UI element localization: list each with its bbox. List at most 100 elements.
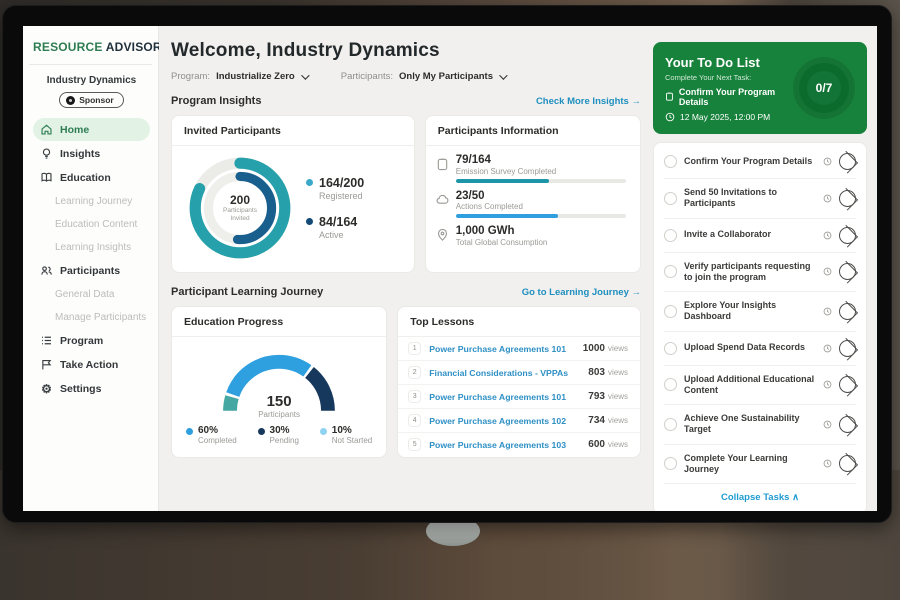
todo-task[interactable]: Upload Spend Data Records (664, 332, 856, 366)
todo-task[interactable]: Explore Your Insights Dashboard (664, 292, 856, 332)
sponsor-badge-label: Sponsor (79, 95, 113, 105)
sidebar-item-insights[interactable]: Insights (33, 142, 150, 165)
todo-task[interactable]: Achieve One Sustainability Target (664, 405, 856, 445)
todo-progress-ring-outer: 0/7 (793, 57, 855, 119)
lesson-link[interactable]: Power Purchase Agreements 101 (429, 392, 588, 402)
task-checkbox[interactable] (664, 192, 677, 205)
todo-task[interactable]: Complete Your Learning Journey (664, 445, 856, 485)
task-label: Verify participants requesting to join t… (684, 261, 816, 284)
card-title: Participants Information (426, 116, 640, 146)
sidebar-item-manage-participants[interactable]: Manage Participants (33, 306, 150, 329)
filter-row: Program: Industrialize Zero Participants… (171, 71, 641, 82)
todo-task[interactable]: Upload Additional Educational Content (664, 366, 856, 406)
collapse-label: Collapse Tasks (721, 492, 789, 503)
lesson-link[interactable]: Power Purchase Agreements 102 (429, 416, 588, 426)
todo-progress-count: 0/7 (816, 81, 833, 95)
lesson-views: 600 (588, 439, 605, 450)
lesson-rank: 3 (408, 390, 421, 403)
clock-icon (823, 267, 832, 276)
task-chevron-button[interactable] (839, 455, 856, 472)
gauge-center-label: 150 Participants (215, 393, 343, 419)
todo-task[interactable]: Verify participants requesting to join t… (664, 253, 856, 293)
sidebar-item-participants[interactable]: Participants (33, 259, 150, 282)
task-checkbox[interactable] (664, 155, 677, 168)
views-word: views (608, 440, 628, 449)
todo-task-list-card: Confirm Your Program Details Send 50 Inv… (653, 142, 867, 511)
legend-not-started: 10% Not Started (320, 425, 372, 445)
lesson-views: 734 (588, 415, 605, 426)
app-logo: RESOURCE ADVISOR+ (33, 38, 150, 54)
check-more-insights-link[interactable]: Check More Insights → (536, 96, 641, 107)
lesson-row: 2 Financial Considerations - VPPAs 803 v… (398, 361, 640, 385)
todo-progress-ring: 0/7 (799, 63, 849, 113)
flag-icon (40, 358, 53, 371)
task-chevron-button[interactable] (839, 263, 856, 280)
card-title: Education Progress (172, 307, 386, 337)
lesson-link[interactable]: Power Purchase Agreements 101 (429, 344, 583, 354)
participants-filter: Participants: Only My Participants (341, 71, 505, 82)
legend-pct: 30% (270, 425, 299, 436)
task-chevron-button[interactable] (839, 190, 856, 207)
legend-dot-not-started (320, 428, 327, 435)
task-chevron-button[interactable] (839, 227, 856, 244)
task-checkbox[interactable] (664, 229, 677, 242)
sidebar-item-learning-insights[interactable]: Learning Insights (33, 236, 150, 259)
task-label: Invite a Collaborator (684, 229, 816, 240)
gear-icon: ⚙ (40, 383, 53, 395)
task-checkbox[interactable] (664, 305, 677, 318)
task-chevron-button[interactable] (839, 340, 856, 357)
sidebar-item-take-action[interactable]: Take Action (33, 353, 150, 376)
task-checkbox[interactable] (664, 265, 677, 278)
clock-icon (823, 194, 832, 203)
collapse-tasks-link[interactable]: Collapse Tasks ∧ (664, 484, 856, 511)
lesson-rank: 1 (408, 342, 421, 355)
todo-task[interactable]: Send 50 Invitations to Participants (664, 179, 856, 219)
sidebar-item-label: Settings (60, 383, 101, 395)
lesson-rank: 5 (408, 438, 421, 451)
active-value: 84/164 (319, 215, 357, 229)
task-chevron-button[interactable] (839, 416, 856, 433)
sidebar-item-program[interactable]: Program (33, 329, 150, 352)
clock-icon (823, 344, 832, 353)
sidebar-item-general-data[interactable]: General Data (33, 283, 150, 306)
registered-label: Registered (319, 191, 364, 201)
sidebar-item-learning-journey[interactable]: Learning Journey (33, 190, 150, 213)
task-checkbox[interactable] (664, 378, 677, 391)
sidebar-item-home[interactable]: Home (33, 118, 150, 141)
top-lessons-list: 1 Power Purchase Agreements 101 1000 vie… (398, 337, 640, 456)
todo-task[interactable]: Invite a Collaborator (664, 219, 856, 253)
participants-dropdown[interactable]: Only My Participants (399, 71, 505, 82)
sidebar-item-education-content[interactable]: Education Content (33, 213, 150, 236)
lesson-link[interactable]: Financial Considerations - VPPAs (429, 368, 588, 378)
program-dropdown[interactable]: Industrialize Zero (216, 71, 307, 82)
page-title: Welcome, Industry Dynamics (171, 40, 641, 62)
clock-icon (823, 459, 832, 468)
todo-title: Your To Do List (665, 55, 793, 70)
info-value: 79/164 (456, 154, 626, 167)
invited-participants-card: Invited Participants 200 Partic (171, 115, 415, 273)
task-checkbox[interactable] (664, 418, 677, 431)
task-checkbox[interactable] (664, 342, 677, 355)
task-chevron-button[interactable] (839, 376, 856, 393)
chevron-right-icon (835, 188, 858, 211)
section-title: Program Insights (171, 95, 261, 107)
sidebar-item-education[interactable]: Education (33, 166, 150, 189)
task-chevron-button[interactable] (839, 153, 856, 170)
lesson-row: 3 Power Purchase Agreements 101 793 view… (398, 385, 640, 409)
people-icon (40, 264, 53, 277)
todo-task[interactable]: Confirm Your Program Details (664, 145, 856, 179)
chevron-right-icon (835, 374, 858, 397)
go-to-learning-journey-link[interactable]: Go to Learning Journey → (522, 287, 641, 298)
legend-pct: 60% (198, 425, 237, 436)
clock-icon (823, 307, 832, 316)
sidebar-item-settings[interactable]: ⚙ Settings (33, 377, 150, 400)
clock-icon (823, 231, 832, 240)
sidebar-item-label: Take Action (60, 359, 118, 371)
info-value: 23/50 (456, 190, 626, 203)
task-checkbox[interactable] (664, 457, 677, 470)
task-chevron-button[interactable] (839, 303, 856, 320)
lesson-link[interactable]: Power Purchase Agreements 103 (429, 440, 588, 450)
progress-fill (456, 214, 558, 218)
participants-label: Participants (215, 410, 343, 419)
lesson-views: 803 (588, 367, 605, 378)
